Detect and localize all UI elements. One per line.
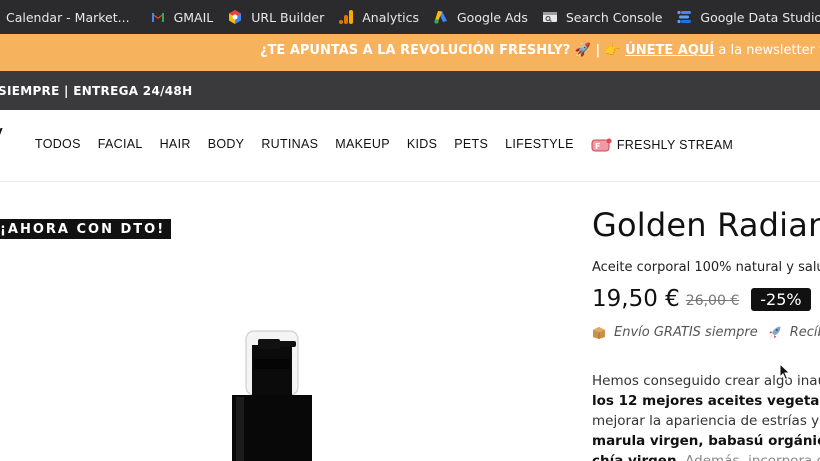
- desc-bold: marula virgen, babasú orgánico, j: [592, 433, 820, 449]
- search-console-icon: [542, 9, 558, 25]
- rocket-icon: [768, 326, 782, 339]
- product-title: Golden Radian: [592, 206, 820, 244]
- nav-items: TODOS FACIAL HAIR BODY RUTINAS MAKEUP KI…: [35, 137, 750, 153]
- nav-item-rutinas[interactable]: RUTINAS: [261, 137, 318, 153]
- bookmark-label: Google Data Studio: [700, 9, 820, 25]
- nav-item-lifestyle[interactable]: LIFESTYLE: [505, 137, 574, 153]
- bookmark-data-studio[interactable]: Google Data Studio: [670, 0, 820, 34]
- nav-item-pets[interactable]: PETS: [454, 137, 488, 153]
- product-image[interactable]: [222, 325, 322, 461]
- bookmark-label: Analytics: [362, 9, 419, 25]
- shipping-fast-text: Recíbelo: [789, 325, 820, 340]
- original-price: 26,00 €: [685, 293, 740, 309]
- product-description: Hemos conseguido crear algo inaudit los …: [592, 371, 820, 461]
- bookmark-calendar[interactable]: Calendar - Market...: [0, 0, 138, 34]
- desc-line: mejorar la apariencia de estrías y cica: [592, 413, 820, 429]
- desc-line: chía virgen. Además, incorpora dos: [592, 451, 820, 461]
- promo-text-wrap: ¿TE APUNTAS A LA REVOLUCIÓN FRESHLY? 🚀 |…: [260, 43, 820, 58]
- nav-item-body[interactable]: BODY: [208, 137, 245, 153]
- price-block: 19,50 € 26,00 € -25%: [592, 286, 811, 312]
- desc-line: los 12 mejores aceites vegetales y: [592, 391, 820, 411]
- bookmark-search-console[interactable]: Search Console: [536, 0, 671, 34]
- svg-text:F: F: [595, 142, 601, 151]
- gmail-icon: [150, 9, 166, 25]
- nav-item-hair[interactable]: HAIR: [160, 137, 191, 153]
- nav-item-todos[interactable]: TODOS: [35, 137, 81, 153]
- bookmark-label: Google Ads: [457, 9, 528, 25]
- data-studio-icon: [676, 9, 692, 25]
- shipping-free-text: Envío GRATIS siempre: [614, 325, 758, 340]
- main-nav: TODOS FACIAL HAIR BODY RUTINAS MAKEUP KI…: [0, 110, 820, 182]
- bookmark-gmail[interactable]: GMAIL: [144, 0, 222, 34]
- bookmark-label: URL Builder: [251, 9, 325, 25]
- discount-tag: -25%: [751, 287, 811, 311]
- package-icon: [592, 326, 606, 339]
- current-price: 19,50 €: [592, 286, 680, 312]
- bookmark-google-ads[interactable]: Google Ads: [427, 0, 536, 34]
- promo-rest-text: a la newsletter y obtén u: [718, 43, 820, 58]
- desc-text: . Además, incorpora dos: [676, 453, 820, 461]
- nav-item-facial[interactable]: FACIAL: [98, 137, 143, 153]
- nav-item-freshly-stream[interactable]: F FRESHLY STREAM: [591, 137, 733, 153]
- shipping-info: Envío GRATIS siempre Recíbelo: [592, 325, 820, 340]
- stream-tv-icon: F: [591, 137, 613, 153]
- promo-text: ¿TE APUNTAS A LA REVOLUCIÓN FRESHLY? 🚀 |…: [260, 43, 622, 58]
- bookmark-label: Calendar - Market...: [6, 9, 130, 25]
- bookmark-label: GMAIL: [173, 9, 214, 25]
- desc-bold: chía virgen: [592, 453, 677, 461]
- bookmark-url-builder[interactable]: URL Builder: [221, 0, 332, 34]
- bookmark-analytics[interactable]: Analytics: [332, 0, 427, 34]
- shipping-info-bar: SIEMPRE | ENTREGA 24/48H: [0, 71, 820, 110]
- logo[interactable]: [0, 128, 7, 142]
- mouse-cursor-icon: [779, 362, 791, 381]
- newsletter-link[interactable]: ÚNETE AQUÍ: [625, 43, 714, 58]
- bookmarks-bar: Calendar - Market... GMAIL URL Builder A…: [0, 0, 820, 34]
- bookmark-label: Search Console: [565, 9, 663, 25]
- freshly-stream-label: FRESHLY STREAM: [616, 138, 734, 152]
- nav-item-makeup[interactable]: MAKEUP: [335, 137, 390, 153]
- nav-item-kids[interactable]: KIDS: [407, 137, 437, 153]
- promo-banner: ¿TE APUNTAS A LA REVOLUCIÓN FRESHLY? 🚀 |…: [0, 34, 820, 71]
- desc-bold: los 12 mejores aceites vegetales: [592, 393, 820, 409]
- analytics-icon: [338, 9, 354, 25]
- url-builder-icon: [227, 9, 243, 25]
- discount-badge: ¡AHORA CON DTO!: [0, 219, 172, 239]
- desc-line: marula virgen, babasú orgánico, j: [592, 431, 820, 451]
- google-ads-icon: [433, 9, 449, 25]
- shipping-info-text: SIEMPRE | ENTREGA 24/48H: [0, 83, 193, 98]
- product-subtitle: Aceite corporal 100% natural y saludab: [592, 260, 820, 275]
